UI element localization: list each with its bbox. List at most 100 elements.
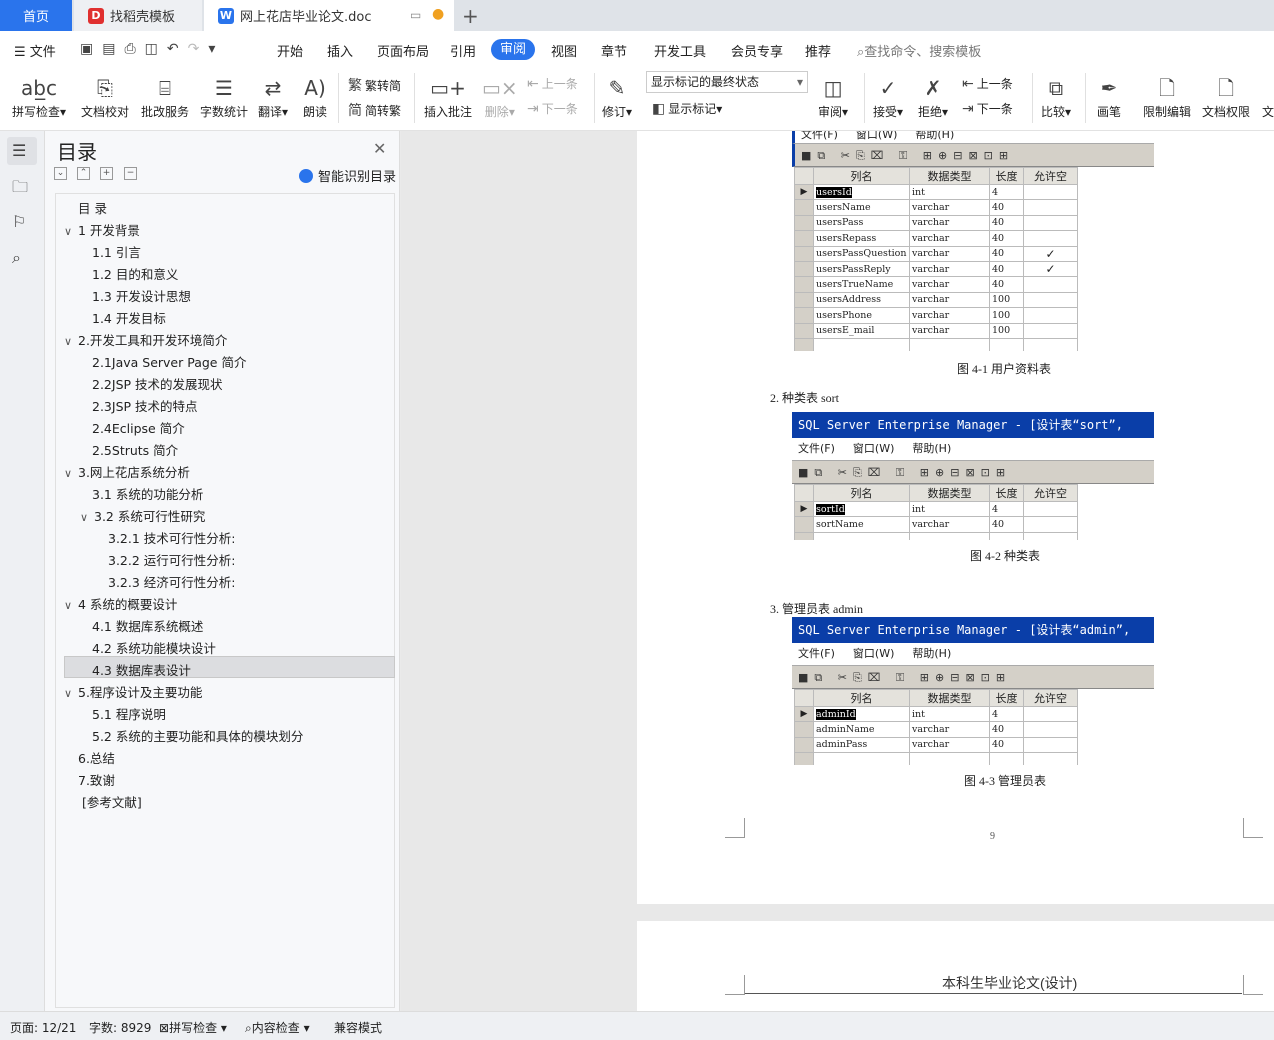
collapse-up-icon[interactable]: ⌃ bbox=[77, 167, 90, 180]
toc-item[interactable]: 4.1 数据库系统概述 bbox=[92, 616, 203, 638]
toc-item[interactable]: 5.1 程序说明 bbox=[92, 704, 166, 726]
toc-item[interactable]: 1.3 开发设计思想 bbox=[92, 286, 191, 308]
batch-service-button[interactable]: ⌸ 批改服务 bbox=[141, 73, 189, 120]
spell-check-status[interactable]: ⊠拼写检查 ▾ bbox=[159, 1019, 227, 1036]
bookmark-icon[interactable]: ⚐ bbox=[12, 212, 26, 231]
file-menu[interactable]: ☰ 文件 bbox=[14, 41, 56, 60]
restrict-edit-button[interactable]: 🗋 限制编辑 bbox=[1143, 73, 1191, 120]
search-icon[interactable]: ⌕ bbox=[12, 248, 21, 268]
toc-item[interactable]: 3.2.3 经济可行性分析: bbox=[108, 572, 236, 594]
collapse-icon[interactable]: − bbox=[124, 167, 137, 180]
toc-item[interactable]: 1.4 开发目标 bbox=[92, 308, 166, 330]
table-row: usersName varchar 40 bbox=[794, 199, 1078, 216]
toc-item[interactable]: 2.3JSP 技术的特点 bbox=[92, 396, 198, 418]
chevron-down-icon[interactable]: ∨ bbox=[64, 221, 78, 243]
tab-home[interactable]: 首页 bbox=[0, 0, 72, 31]
toc-item[interactable]: 1.2 目的和意义 bbox=[92, 264, 178, 286]
word-count-button[interactable]: ☰ 字数统计 bbox=[200, 73, 248, 120]
table-cell: usersRepass bbox=[816, 232, 877, 244]
ink-button[interactable]: ✒ 画笔 bbox=[1097, 73, 1121, 120]
menu-item-chapter[interactable]: 章节 bbox=[601, 41, 627, 60]
new-tab-button[interactable]: + bbox=[462, 4, 479, 28]
toc-item[interactable]: ∨ 1 开发背景 bbox=[64, 220, 140, 242]
next-change-button[interactable]: ⇥ 下一条 bbox=[962, 100, 1013, 117]
quick-access-toolbar[interactable]: ▣▤⎙◫↶↷▾ bbox=[80, 41, 224, 57]
save-icon: ▣ bbox=[80, 41, 103, 57]
translate-button[interactable]: ⇄ 翻译▾ bbox=[258, 73, 288, 120]
close-icon[interactable]: ✕ bbox=[373, 139, 386, 158]
toc-item[interactable]: 3.2.1 技术可行性分析: bbox=[108, 528, 236, 550]
word-count-indicator[interactable]: 字数: 8929 bbox=[89, 1019, 151, 1036]
toc-item[interactable]: 5.2 系统的主要功能和具体的模块划分 bbox=[92, 726, 303, 748]
toc-item[interactable]: [参考文献] bbox=[82, 792, 142, 814]
sections-icon[interactable]: 🗀 bbox=[12, 176, 28, 203]
menu-item-page-layout[interactable]: 页面布局 bbox=[377, 41, 429, 60]
prev-comment-button[interactable]: ⇤ 上一条 bbox=[527, 75, 578, 92]
prev-change-button[interactable]: ⇤ 上一条 bbox=[962, 75, 1013, 92]
compare-button[interactable]: ⧉ 比较▾ bbox=[1041, 73, 1071, 120]
toc-item[interactable]: ∨ 2.开发工具和开发环境简介 bbox=[64, 330, 227, 352]
smart-toc-button[interactable]: 智能识别目录 bbox=[299, 166, 396, 185]
menu-item-dev-tools[interactable]: 开发工具 bbox=[654, 41, 706, 60]
toc-item[interactable]: 4.2 系统功能模块设计 bbox=[92, 638, 216, 660]
toc-item[interactable]: 2.1Java Server Page 简介 bbox=[92, 352, 246, 374]
reject-button[interactable]: ✗ 拒绝▾ bbox=[918, 73, 948, 120]
chevron-down-icon[interactable]: ∨ bbox=[64, 331, 78, 353]
delete-comment-button[interactable]: ▭× 删除▾ bbox=[482, 73, 518, 120]
revise-button[interactable]: ✎ 修订▾ bbox=[602, 73, 632, 120]
accept-button[interactable]: ✓ 接受▾ bbox=[873, 73, 903, 120]
tab-template[interactable]: D 找稻壳模板 bbox=[74, 0, 202, 31]
toc-item[interactable]: 2.2JSP 技术的发展现状 bbox=[92, 374, 223, 396]
toc-icon[interactable]: ☰ bbox=[12, 141, 26, 160]
toc-item-label: 3.网上花店系统分析 bbox=[78, 465, 190, 480]
chevron-down-icon[interactable]: ∨ bbox=[64, 595, 78, 617]
command-search[interactable]: ⌕查找命令、搜索模板 bbox=[857, 41, 981, 60]
menu-item-review[interactable]: 审阅 bbox=[491, 39, 535, 60]
show-markup-button[interactable]: ◧ 显示标记 ▾ bbox=[652, 100, 722, 117]
toc-item[interactable]: ∨ 5.程序设计及主要功能 bbox=[64, 682, 202, 704]
toc-item[interactable]: 7.致谢 bbox=[78, 770, 115, 792]
trad-to-simp-button[interactable]: 繁繁转简 bbox=[348, 75, 401, 95]
markup-state-dropdown[interactable]: 显示标记的最终状态 bbox=[646, 71, 808, 93]
more-toolbar-button[interactable]: 文 bbox=[1262, 73, 1274, 120]
toc-item[interactable]: ∨ 3.2 系统可行性研究 bbox=[80, 506, 205, 528]
toc-item-label: 6.总结 bbox=[78, 751, 115, 766]
toc-item[interactable]: 3.1 系统的功能分析 bbox=[92, 484, 203, 506]
read-aloud-button[interactable]: A) 朗读 bbox=[303, 73, 327, 120]
toc-item[interactable]: ∨ 4 系统的概要设计 bbox=[64, 594, 177, 616]
toc-item[interactable]: 2.4Eclipse 简介 bbox=[92, 418, 185, 440]
menu-item-references[interactable]: 引用 bbox=[450, 41, 476, 60]
chevron-down-icon[interactable]: ∨ bbox=[64, 463, 78, 485]
menu-item-recommend[interactable]: 推荐 bbox=[805, 41, 831, 60]
doc-rights-button[interactable]: 🗋 文档权限 bbox=[1202, 73, 1250, 120]
menu-item-member[interactable]: 会员专享 bbox=[731, 41, 783, 60]
toc-item[interactable]: 目 录 bbox=[78, 198, 107, 220]
table-cell: ✓ bbox=[1045, 262, 1056, 277]
collapse-down-icon[interactable]: ⌄ bbox=[54, 167, 67, 180]
document-area[interactable]: 文件(F) 窗口(W) 帮助(H) ■⧉ ✂⎘⌧ ⚿ ⊞⊕⊟⊠⊡⊞ 列名 数据类型 长度… bbox=[401, 131, 1274, 1011]
toc-item[interactable]: 1.1 引言 bbox=[92, 242, 141, 264]
insert-comment-button[interactable]: ▭+ 插入批注 bbox=[424, 73, 472, 120]
menu-item-insert[interactable]: 插入 bbox=[327, 41, 353, 60]
toc-item[interactable]: 3.2.2 运行可行性分析: bbox=[108, 550, 236, 572]
doc-check-button[interactable]: ⎘ 文档校对 bbox=[81, 73, 129, 120]
toc-item[interactable]: 2.5Struts 简介 bbox=[92, 440, 178, 462]
expand-icon[interactable]: + bbox=[100, 167, 113, 180]
chevron-down-icon[interactable]: ∨ bbox=[80, 507, 94, 529]
page-indicator[interactable]: 页面: 12/21 bbox=[10, 1019, 76, 1036]
content-check-status[interactable]: ⌕内容检查 ▾ bbox=[245, 1019, 310, 1036]
review-pane-button[interactable]: ◫ 审阅▾ bbox=[818, 73, 848, 120]
chevron-down-icon[interactable]: ∨ bbox=[64, 683, 78, 705]
toc-item[interactable]: ∨ 3.网上花店系统分析 bbox=[64, 462, 190, 484]
toc-item[interactable]: 6.总结 bbox=[78, 748, 115, 770]
menu-item-start[interactable]: 开始 bbox=[277, 41, 303, 60]
simp-to-trad-button[interactable]: 简简转繁 bbox=[348, 100, 401, 120]
toc-item-label: 4.2 系统功能模块设计 bbox=[92, 641, 216, 656]
toc-item[interactable]: 4.3 数据库表设计 bbox=[92, 660, 191, 682]
table-cell: usersPass bbox=[816, 217, 864, 229]
next-comment-button[interactable]: ⇥ 下一条 bbox=[527, 100, 578, 117]
menu-item-view[interactable]: 视图 bbox=[551, 41, 577, 60]
tab-document[interactable]: W 网上花店毕业论文.doc ▭ ● bbox=[204, 0, 454, 31]
monitor-icon[interactable]: ▭ bbox=[410, 8, 421, 22]
spell-check-button[interactable]: ab̲c 拼写检查▾ bbox=[12, 73, 66, 120]
